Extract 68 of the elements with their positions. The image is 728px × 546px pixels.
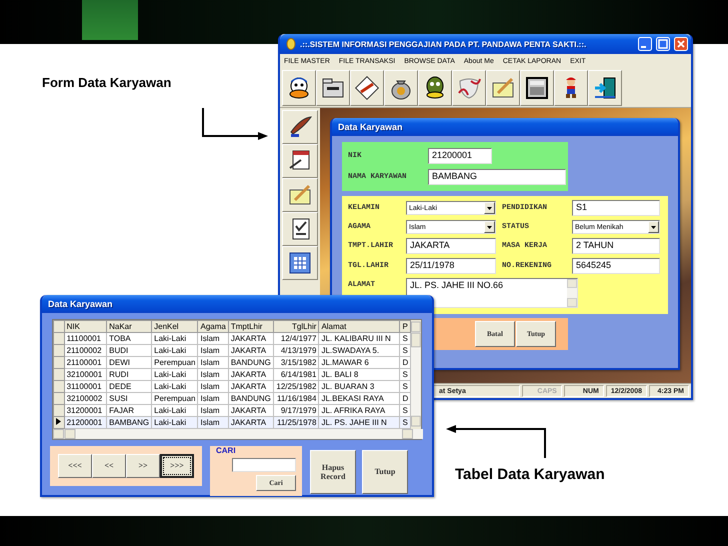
column-header[interactable]: TglLhir [273, 320, 319, 332]
input-field[interactable]: 25/11/1978 [406, 258, 496, 274]
exit-door-icon [592, 75, 618, 101]
toolbar-button[interactable] [316, 70, 350, 106]
window-title: Data Karyawan [48, 299, 114, 309]
caret-icon [651, 226, 656, 228]
column-header[interactable]: TmptLhir [228, 320, 274, 332]
table-row[interactable]: 31200001 FAJAR Laki-Laki Islam JAKARTA 9/17/1979 JL. AFRIKA RAYA S [54, 404, 411, 416]
window-title: .::.SISTEM INFORMASI PENGGAJIAN PADA PT. PANDAWA PENTA SAKTI.::. [300, 40, 588, 48]
table-row[interactable]: 21100001 DEWI Perempuan Islam BANDUNG 3/15/1982 JL.MAWAR 6 D [54, 356, 411, 368]
table-row[interactable]: 31100001 DEDE Laki-Laki Islam JAKARTA 12/25/1982 JL. BUARAN 3 S [54, 380, 411, 392]
caret-icon [487, 226, 492, 228]
toolbar-button[interactable] [282, 110, 318, 144]
navigation-button[interactable]: >> [126, 454, 160, 478]
column-header[interactable]: Alamat [318, 320, 400, 332]
scrollbar[interactable] [411, 320, 421, 428]
table-row[interactable]: 32100002 SUSI Perempuan Islam BANDUNG 11/16/1984 JL.BEKASI RAYA D [54, 392, 411, 404]
column-header[interactable]: P [400, 320, 411, 332]
column-header[interactable]: Agama [198, 320, 228, 332]
table-row[interactable]: 11100001 TOBA Laki-Laki Islam JAKARTA 12/4/1977 JL. KALIBARU III N S [54, 332, 411, 344]
toolbar-button[interactable] [282, 178, 318, 212]
input-field[interactable]: 21200001 [428, 148, 492, 164]
toolbar-button[interactable] [520, 70, 554, 106]
search-field[interactable] [232, 458, 296, 472]
toolbar-button[interactable] [282, 246, 318, 280]
input-field[interactable]: JAKARTA [406, 238, 496, 254]
navigation-button[interactable]: << [92, 454, 126, 478]
coin-icon [286, 38, 296, 50]
action-button[interactable]: Tutup [362, 450, 408, 494]
column-header[interactable]: JenKel [152, 320, 198, 332]
table-row[interactable]: 21200001 BAMBANG Laki-Laki Islam JAKARTA 11/25/1978 JL. PS. JAHE III N S [54, 416, 411, 428]
input-field[interactable]: BAMBANG [428, 169, 566, 185]
leader-arrow [202, 108, 268, 140]
close-button[interactable] [674, 37, 688, 51]
toolbar-button[interactable] [486, 70, 520, 106]
toolbar-button[interactable] [452, 70, 486, 106]
calculator-icon [524, 75, 550, 101]
spreadsheet-icon [287, 250, 313, 276]
toolbar-button[interactable] [588, 70, 622, 106]
input-field[interactable]: 5645245 [572, 258, 660, 274]
navigation-button[interactable]: <<< [58, 454, 92, 478]
toolbar-button[interactable] [384, 70, 418, 106]
navigation-button[interactable]: >>> [160, 454, 194, 478]
caption: Form Data Karyawan [42, 75, 172, 90]
table-row[interactable]: 21100002 BUDI Laki-Laki Islam JAKARTA 4/13/1979 JL.SWADAYA 5. S [54, 344, 411, 356]
scrollbar[interactable] [567, 279, 577, 307]
minimize-button[interactable] [638, 37, 652, 51]
group-title: CARI [216, 446, 236, 455]
window-title: Data Karyawan [338, 122, 404, 132]
toolbar-button[interactable] [350, 70, 384, 106]
toolbar-button[interactable] [554, 70, 588, 106]
toolbar-button[interactable] [418, 70, 452, 106]
input-field[interactable]: S1 [572, 200, 660, 216]
toolbar-button[interactable] [282, 144, 318, 178]
table-row[interactable]: 32100001 RUDI Laki-Laki Islam JAKARTA 6/14/1981 JL. BALI 8 S [54, 368, 411, 380]
caret-icon [487, 206, 492, 210]
textarea-field[interactable]: JL. PS. JAHE III NO.66 [406, 278, 578, 308]
column-header[interactable]: NIK [64, 320, 107, 332]
toolbar-button[interactable] [282, 70, 316, 106]
maximize-button[interactable] [656, 37, 670, 51]
column-header[interactable]: NaKar [106, 320, 152, 332]
caption: Tabel Data Karyawan [455, 466, 605, 483]
scrollbar[interactable] [53, 429, 423, 439]
input-field[interactable]: 2 TAHUN [572, 238, 660, 254]
header-stripe [82, 0, 138, 40]
action-button[interactable]: Hapus Record [310, 450, 356, 494]
current-row-icon [56, 418, 62, 425]
toolbar-button[interactable] [282, 212, 318, 246]
